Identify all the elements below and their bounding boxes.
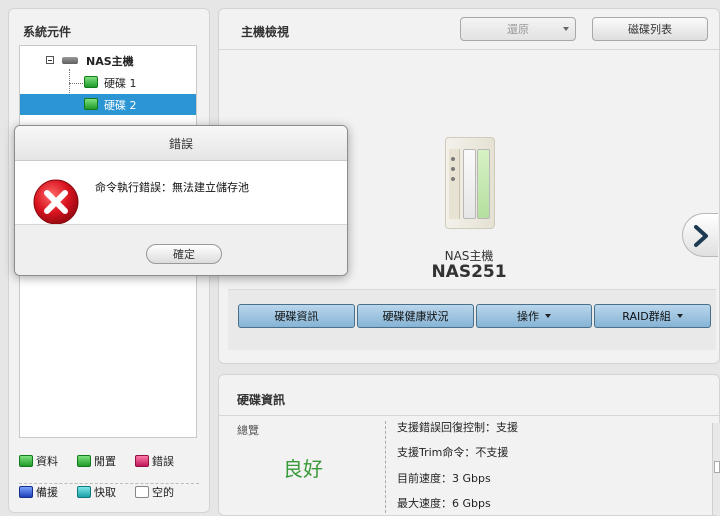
tab-raid-group[interactable]: RAID群組 xyxy=(594,304,711,328)
disk-spare-icon xyxy=(19,486,33,498)
header-divider xyxy=(219,415,719,416)
legend-cache: 快取 xyxy=(77,484,116,500)
legend-label: 資料 xyxy=(36,455,58,468)
system-components-title: 系統元件 xyxy=(23,25,72,39)
legend-label: 閒置 xyxy=(94,455,116,468)
tree-node-disk-1[interactable]: 硬碟 1 xyxy=(20,72,196,93)
info-line-error-recovery: 支援錯誤回復控制：支援 xyxy=(397,421,518,434)
disk-error-icon xyxy=(135,455,149,467)
disk-info-panel: 硬碟資訊 總覽 良好 支援錯誤回復控制：支援 支援Trim命令：不支援 目前速度… xyxy=(218,374,720,516)
tree-node-label: 硬碟 2 xyxy=(104,98,137,112)
info-line-current-speed: 目前速度：3 Gbps xyxy=(397,472,491,485)
error-dialog: 錯誤 命令執行錯誤：無法建立儲存池 確定 xyxy=(14,125,348,276)
legend-label: 快取 xyxy=(94,486,116,499)
nas-model-name: NAS251 xyxy=(431,262,507,282)
chevron-down-icon xyxy=(676,314,683,318)
tree-node-disk-2[interactable]: 硬碟 2 xyxy=(20,94,196,115)
disk-data-icon xyxy=(19,455,33,467)
legend-label: 備援 xyxy=(36,486,58,499)
disk-icon xyxy=(84,76,98,88)
info-scrollbar[interactable] xyxy=(712,423,720,515)
host-view-title: 主機檢視 xyxy=(241,25,290,39)
tab-disk-info[interactable]: 硬碟資訊 xyxy=(238,304,355,328)
disk-icon xyxy=(84,98,98,110)
legend-label: 錯誤 xyxy=(152,455,174,468)
error-message: 命令執行錯誤：無法建立儲存池 xyxy=(95,181,249,194)
overview-label: 總覽 xyxy=(237,424,259,437)
tree-node-label: NAS主機 xyxy=(86,54,134,68)
tab-label: 操作 xyxy=(517,310,539,323)
disk-cache-icon xyxy=(77,486,91,498)
info-line-max-speed: 最大速度：6 Gbps xyxy=(397,497,491,510)
info-divider xyxy=(385,421,386,513)
chevron-down-icon xyxy=(563,27,569,31)
tab-disk-health[interactable]: 硬碟健康狀況 xyxy=(357,304,474,328)
disk-empty-icon xyxy=(135,486,149,498)
nas-host-icon xyxy=(62,57,78,64)
tab-label: 硬碟健康狀況 xyxy=(382,310,449,323)
chevron-down-icon xyxy=(545,314,551,318)
nas-device-image xyxy=(445,137,495,229)
tab-label: RAID群組 xyxy=(622,310,671,323)
restore-dropdown[interactable]: 還原 xyxy=(460,17,576,41)
dialog-title: 錯誤 xyxy=(15,126,347,161)
chevron-right-icon xyxy=(694,225,708,247)
legend-spare: 備援 xyxy=(19,484,58,500)
disk-info-title: 硬碟資訊 xyxy=(237,393,286,407)
tab-operations[interactable]: 操作 xyxy=(476,304,592,328)
info-line-trim: 支援Trim命令：不支援 xyxy=(397,446,509,459)
legend-error: 錯誤 xyxy=(135,453,174,469)
restore-label: 還原 xyxy=(507,23,529,36)
legend-data: 資料 xyxy=(19,453,58,469)
error-icon xyxy=(32,178,80,229)
header-divider xyxy=(219,49,719,50)
tree-node-label: 硬碟 1 xyxy=(104,76,137,90)
tab-label: 硬碟資訊 xyxy=(274,310,319,323)
disk-list-button[interactable]: 磁碟列表 xyxy=(592,17,708,41)
legend-idle: 閒置 xyxy=(77,453,116,469)
disk-idle-icon xyxy=(77,455,91,467)
overview-status: 良好 xyxy=(283,457,323,481)
legend-empty: 空的 xyxy=(135,484,174,500)
legend-label: 空的 xyxy=(152,486,174,499)
ok-button[interactable]: 確定 xyxy=(146,244,222,264)
collapse-toggle-icon[interactable] xyxy=(46,56,54,64)
tree-node-nas-host[interactable]: NAS主機 xyxy=(20,50,196,71)
next-arrow-button[interactable] xyxy=(682,213,718,257)
